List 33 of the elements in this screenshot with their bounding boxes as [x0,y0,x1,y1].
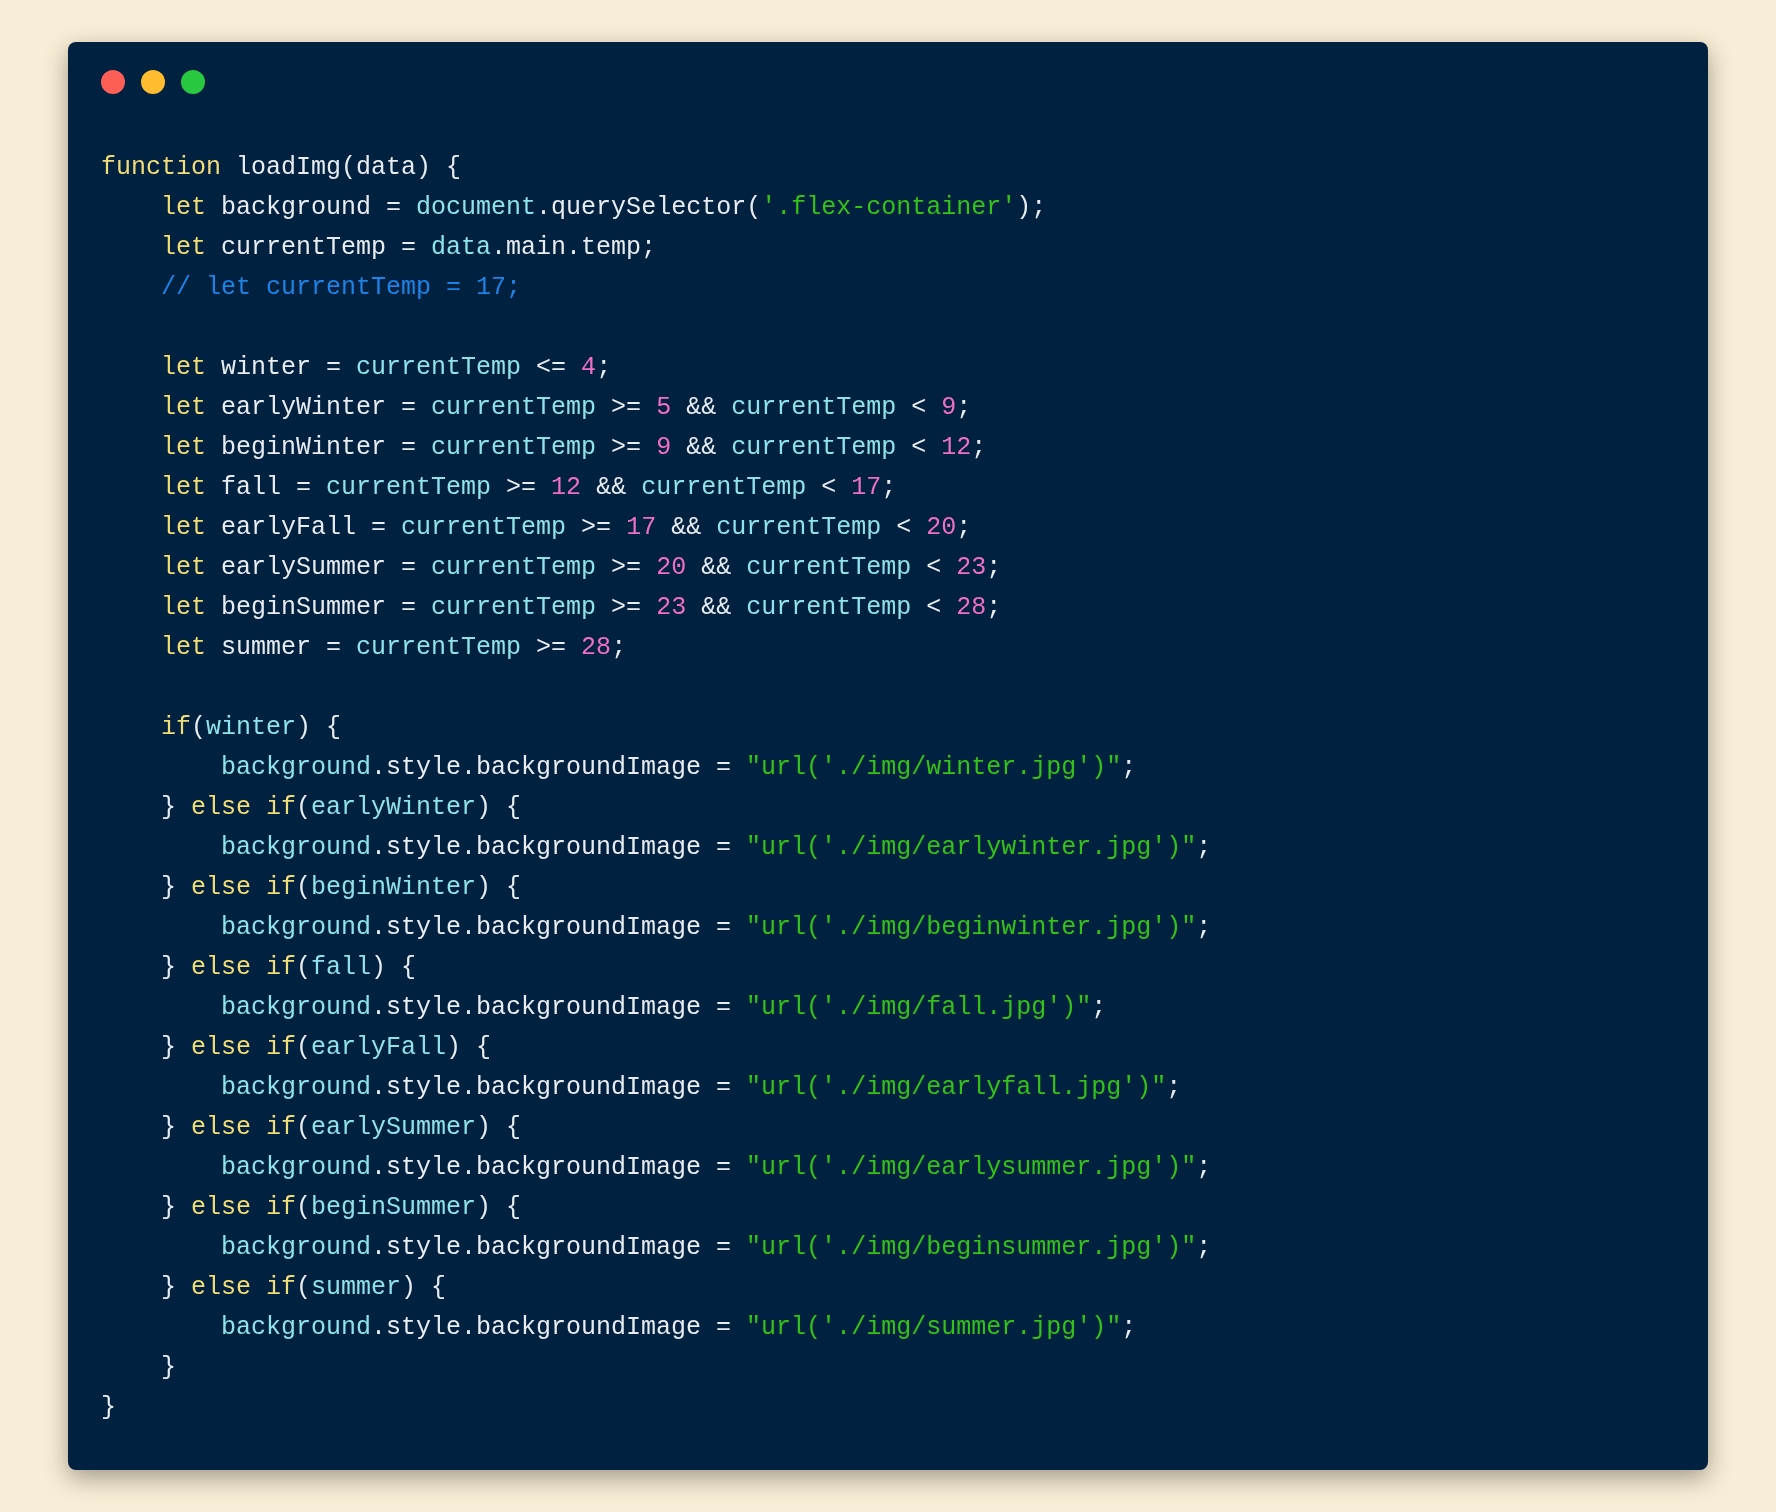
code-line: } else if(fall) { [160,952,417,984]
code-line: } else if(summer) { [160,1272,447,1304]
code-line: background.style.backgroundImage = "url('./img/earlywinter.jpg')"; [220,832,1212,864]
code-line: let winter = currentTemp <= 4; [160,352,612,384]
window-maximize-button[interactable] [181,70,205,94]
code-line: let earlySummer = currentTemp >= 20 && currentTemp < 23; [160,552,1002,584]
code-line: } else if(beginWinter) { [160,872,522,904]
code-line: background.style.backgroundImage = "url('./img/beginwinter.jpg')"; [220,912,1212,944]
code-line: background.style.backgroundImage = "url('./img/fall.jpg')"; [220,992,1107,1024]
window-minimize-button[interactable] [141,70,165,94]
code-line: if(winter) { [160,712,342,744]
code-line: let earlyWinter = currentTemp >= 5 && currentTemp < 9; [160,392,972,424]
code-line: background.style.backgroundImage = "url('./img/earlysummer.jpg')"; [220,1152,1212,1184]
code-line: let fall = currentTemp >= 12 && currentTemp < 17; [160,472,897,504]
code-line: background.style.backgroundImage = "url('./img/earlyfall.jpg')"; [220,1072,1182,1104]
code-line: } else if(earlyFall) { [160,1032,492,1064]
code-line: function loadImg(data) { [101,152,462,184]
code-line: let background = document.querySelector('.flex-container'); [160,192,1047,224]
code-line: } else if(earlyWinter) { [160,792,522,824]
code-line: let beginWinter = currentTemp >= 9 && currentTemp < 12; [160,432,987,464]
code-line: background.style.backgroundImage = "url('./img/summer.jpg')"; [220,1312,1137,1344]
code-line: let summer = currentTemp >= 28; [160,632,627,664]
code-line: } [101,1392,116,1424]
code-line: } [160,1352,176,1384]
code-line: background.style.backgroundImage = "url('./img/winter.jpg')"; [220,752,1137,784]
code-line: background.style.backgroundImage = "url('./img/beginsummer.jpg')"; [220,1232,1212,1264]
code-line: let currentTemp = data.main.temp; [160,232,657,264]
window-close-button[interactable] [101,70,125,94]
code-line: } else if(earlySummer) { [160,1112,522,1144]
code-line: // let currentTemp = 17; [160,272,522,304]
code-line: let earlyFall = currentTemp >= 17 && currentTemp < 20; [160,512,972,544]
code-line: let beginSummer = currentTemp >= 23 && currentTemp < 28; [160,592,1002,624]
code-line: } else if(beginSummer) { [160,1192,522,1224]
